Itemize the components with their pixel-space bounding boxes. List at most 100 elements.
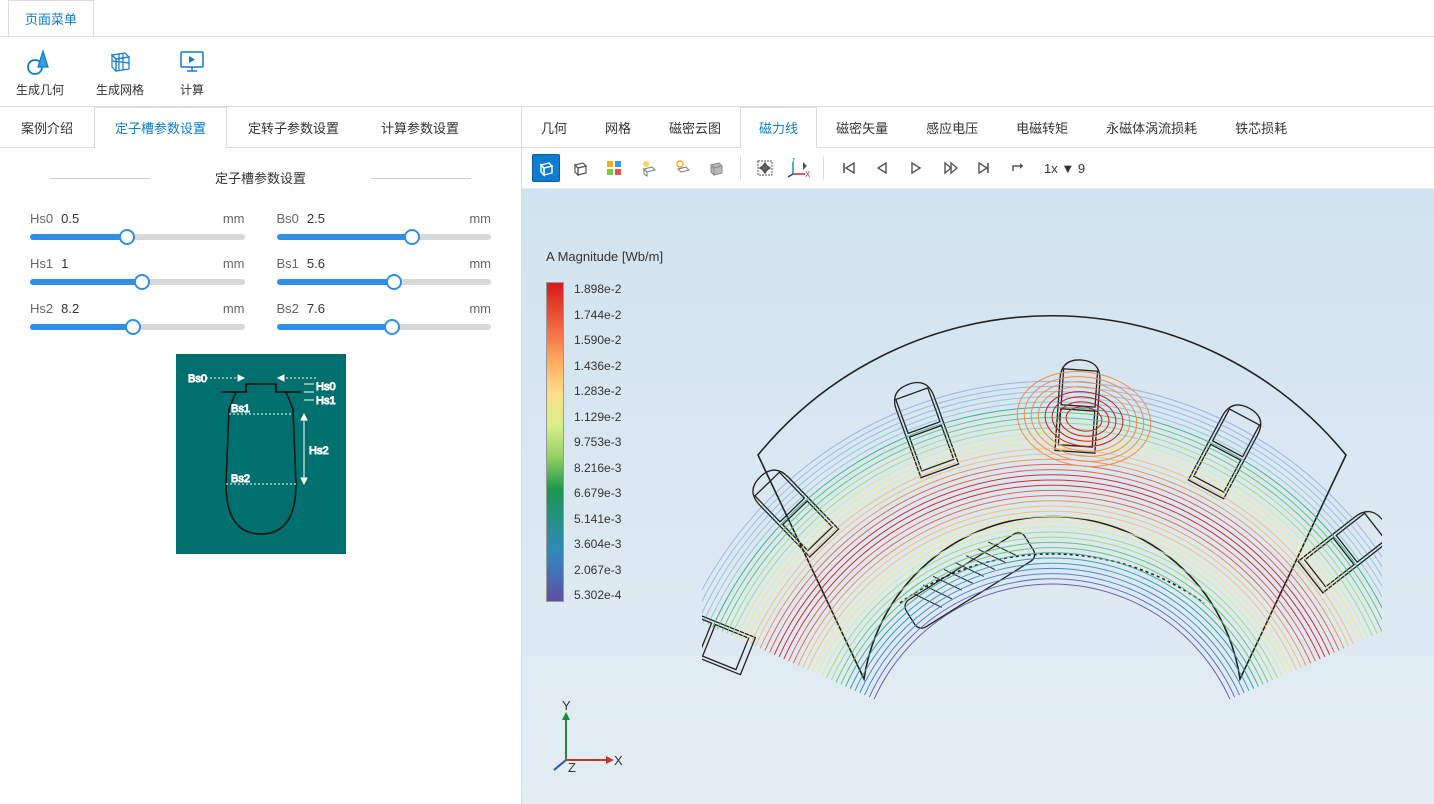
slider-thumb[interactable]: [404, 229, 420, 245]
view-multiwindow-button[interactable]: [600, 154, 628, 182]
left-panel: 案例介绍 定子槽参数设置 定转子参数设置 计算参数设置 定子槽参数设置 Hs0 0…: [0, 107, 522, 804]
param-Hs1: Hs11mm: [30, 256, 245, 285]
compute-label: 计算: [180, 81, 204, 98]
param-label: Hs0: [30, 211, 53, 226]
svg-text:Z: Z: [568, 760, 576, 775]
svg-text:Bs1: Bs1: [231, 403, 250, 415]
simulation-viewport[interactable]: A Magnitude [Wb/m] 1.898e-21.744e-21.590…: [522, 189, 1434, 804]
svg-text:X: X: [614, 753, 623, 768]
tab-stator-slot-params[interactable]: 定子槽参数设置: [94, 107, 227, 148]
playback-speed-text[interactable]: 1x ▼ 9: [1044, 161, 1085, 176]
tab-电磁转矩[interactable]: 电磁转矩: [997, 107, 1087, 147]
tab-永磁体涡流损耗[interactable]: 永磁体涡流损耗: [1087, 107, 1216, 147]
toggle-light2-button[interactable]: [668, 154, 696, 182]
slider-thumb[interactable]: [386, 274, 402, 290]
param-unit: mm: [223, 256, 245, 271]
param-value: 8.2: [61, 301, 223, 316]
tab-磁密云图[interactable]: 磁密云图: [650, 107, 740, 147]
param-unit: mm: [469, 256, 491, 271]
param-section-title: 定子槽参数设置: [30, 168, 491, 187]
legend-tick: 1.590e-2: [574, 333, 621, 347]
legend-tick: 9.753e-3: [574, 435, 621, 449]
legend-tick: 8.216e-3: [574, 461, 621, 475]
view-wireframe-button[interactable]: [566, 154, 594, 182]
toggle-light-button[interactable]: [634, 154, 662, 182]
slider-thumb[interactable]: [125, 319, 141, 335]
legend-tick: 2.067e-3: [574, 563, 621, 577]
view-solid2-button[interactable]: [702, 154, 730, 182]
generate-geometry-button[interactable]: 生成几何: [16, 45, 64, 98]
tab-几何[interactable]: 几何: [522, 107, 586, 147]
legend-tick: 1.129e-2: [574, 410, 621, 424]
ribbon-toolbar: 生成几何 生成网格 计算: [0, 37, 1434, 107]
geometry-icon: [24, 45, 56, 77]
legend-tick: 6.679e-3: [574, 486, 621, 500]
legend-tick: 1.436e-2: [574, 359, 621, 373]
param-Hs2: Hs28.2mm: [30, 301, 245, 330]
tab-case-intro[interactable]: 案例介绍: [0, 107, 94, 147]
tab-网格[interactable]: 网格: [586, 107, 650, 147]
legend-tick: 5.141e-3: [574, 512, 621, 526]
slider-Bs0[interactable]: [277, 234, 492, 240]
compute-icon: [176, 45, 208, 77]
playback-loop-button[interactable]: [1004, 154, 1032, 182]
param-value: 1: [61, 256, 223, 271]
slider-Hs0[interactable]: [30, 234, 245, 240]
param-unit: mm: [223, 211, 245, 226]
legend-tick: 5.302e-4: [574, 588, 621, 602]
playback-play-button[interactable]: [902, 154, 930, 182]
param-label: Bs0: [277, 211, 299, 226]
tab-compute-params[interactable]: 计算参数设置: [360, 107, 480, 147]
slider-thumb[interactable]: [119, 229, 135, 245]
param-unit: mm: [223, 301, 245, 316]
left-tab-bar: 案例介绍 定子槽参数设置 定转子参数设置 计算参数设置: [0, 107, 521, 148]
axis-triad-button[interactable]: YX: [785, 154, 813, 182]
param-Bs2: Bs27.6mm: [277, 301, 492, 330]
slider-thumb[interactable]: [134, 274, 150, 290]
tab-磁密矢量[interactable]: 磁密矢量: [817, 107, 907, 147]
playback-first-button[interactable]: [834, 154, 862, 182]
slot-diagram: Bs0 Hs0 Hs1 Bs1 Hs2 Bs2: [176, 354, 346, 554]
slider-Hs2[interactable]: [30, 324, 245, 330]
param-unit: mm: [469, 211, 491, 226]
svg-text:Hs0: Hs0: [316, 381, 336, 393]
tab-感应电压[interactable]: 感应电压: [907, 107, 997, 147]
right-panel: 几何网格磁密云图磁力线磁密矢量感应电压电磁转矩永磁体涡流损耗铁芯损耗 YX 1x…: [522, 107, 1434, 804]
slider-thumb[interactable]: [384, 319, 400, 335]
param-value: 0.5: [61, 211, 223, 226]
playback-next-button[interactable]: [936, 154, 964, 182]
playback-last-button[interactable]: [970, 154, 998, 182]
param-Hs0: Hs0 0.5mm: [30, 211, 245, 240]
generate-mesh-button[interactable]: 生成网格: [96, 45, 144, 98]
simulation-plot: [702, 219, 1382, 779]
generate-mesh-label: 生成网格: [96, 81, 144, 98]
tab-stator-rotor-params[interactable]: 定转子参数设置: [227, 107, 360, 147]
compute-button[interactable]: 计算: [176, 45, 208, 98]
slider-Hs1[interactable]: [30, 279, 245, 285]
tab-磁力线[interactable]: 磁力线: [740, 107, 817, 148]
slider-Bs1[interactable]: [277, 279, 492, 285]
slider-Bs2[interactable]: [277, 324, 492, 330]
svg-text:Bs2: Bs2: [231, 473, 250, 485]
top-menu-tabs: 页面菜单: [0, 0, 1434, 37]
page-menu-tab[interactable]: 页面菜单: [8, 0, 94, 36]
generate-geometry-label: 生成几何: [16, 81, 64, 98]
legend-colorbar: [546, 282, 564, 602]
param-value: 2.5: [307, 211, 469, 226]
axis-triad-icon: Y X Z: [546, 700, 626, 780]
param-label: Bs1: [277, 256, 299, 271]
view-solid-button[interactable]: [532, 154, 560, 182]
svg-text:Y: Y: [562, 700, 571, 713]
svg-text:Bs0: Bs0: [188, 373, 207, 385]
color-legend: A Magnitude [Wb/m] 1.898e-21.744e-21.590…: [546, 249, 663, 602]
legend-tick: 3.604e-3: [574, 537, 621, 551]
playback-prev-button[interactable]: [868, 154, 896, 182]
svg-text:Y: Y: [791, 158, 797, 164]
param-label: Bs2: [277, 301, 299, 316]
viewer-toolbar: YX 1x ▼ 9: [522, 148, 1434, 189]
param-Bs0: Bs0 2.5mm: [277, 211, 492, 240]
legend-title: A Magnitude [Wb/m]: [546, 249, 663, 264]
legend-ticks: 1.898e-21.744e-21.590e-21.436e-21.283e-2…: [574, 282, 621, 602]
fit-view-button[interactable]: [751, 154, 779, 182]
tab-铁芯损耗[interactable]: 铁芯损耗: [1216, 107, 1306, 147]
